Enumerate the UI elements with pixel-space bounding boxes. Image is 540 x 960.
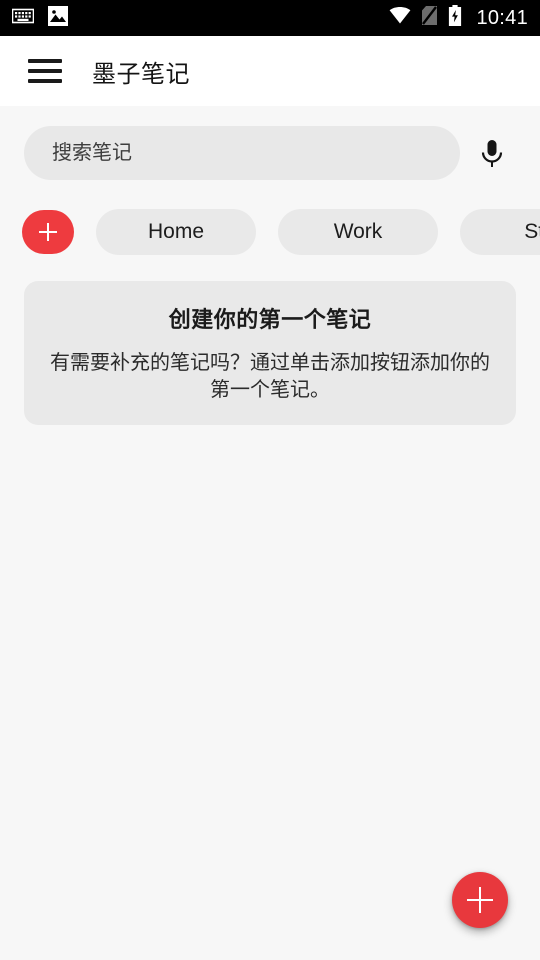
status-bar: 10:41 [0, 0, 540, 36]
empty-state-body: 有需要补充的笔记吗？通过单击添加按钮添加你的第一个笔记。 [50, 352, 490, 401]
keyboard-icon [11, 8, 35, 29]
search-input[interactable] [24, 126, 460, 180]
empty-state-title: 创建你的第一个笔记 [168, 307, 372, 332]
battery-charging-icon [448, 5, 462, 31]
category-chip-study[interactable]: Stu [460, 209, 540, 255]
status-bar-left-icons [11, 5, 68, 31]
page-title: 墨子笔记 [92, 60, 190, 88]
empty-state-card: 创建你的第一个笔记 有需要补充的笔记吗？通过单击添加按钮添加你的第一个笔记。 [24, 281, 516, 425]
no-sim-icon [422, 6, 438, 30]
search-row [0, 126, 540, 182]
content-area: Home Work Stu 创建你的第一个笔记 有需要补充的笔记吗？通过单击添加… [0, 106, 540, 960]
plus-icon [39, 223, 57, 241]
hamburger-line [28, 59, 62, 63]
wifi-icon [389, 7, 411, 29]
app-bar: 墨子笔记 [0, 36, 540, 106]
plus-icon [467, 887, 493, 913]
category-chip-row[interactable]: Home Work Stu [0, 206, 540, 258]
add-note-fab[interactable] [452, 872, 508, 928]
microphone-icon[interactable] [470, 132, 514, 176]
category-chip-work[interactable]: Work [278, 209, 438, 255]
hamburger-line [28, 69, 62, 73]
hamburger-line [28, 79, 62, 83]
status-bar-clock: 10:41 [476, 7, 528, 29]
app-root: 10:41 墨子笔记 H [0, 0, 540, 960]
hamburger-menu-icon[interactable] [28, 59, 62, 83]
image-icon [48, 5, 68, 31]
add-category-button[interactable] [22, 210, 74, 254]
category-chip-home[interactable]: Home [96, 209, 256, 255]
status-bar-right-icons: 10:41 [389, 5, 528, 31]
